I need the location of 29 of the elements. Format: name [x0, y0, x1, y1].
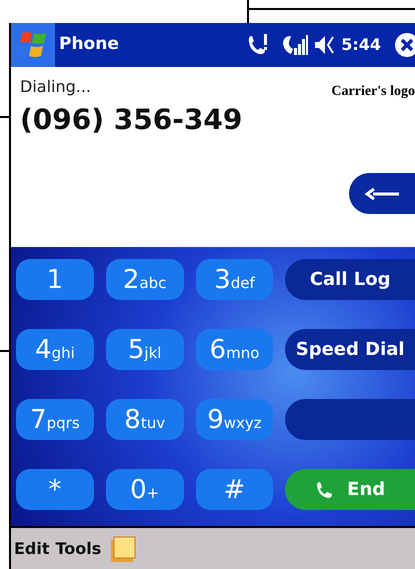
keypad-key[interactable]: 5jkl	[106, 329, 184, 370]
end-call-button[interactable]: End	[285, 469, 415, 510]
blank-button[interactable]	[285, 399, 415, 440]
phone-function-button[interactable]: Call Log	[285, 259, 415, 300]
backspace-button[interactable]	[349, 173, 415, 214]
phone-function-button[interactable]: Speed Dial	[285, 329, 415, 370]
left-arrow-icon	[365, 186, 399, 200]
keypad-key[interactable]: *	[16, 469, 94, 510]
keypad-key[interactable]: 7 pqrs	[16, 399, 94, 440]
keypad-key[interactable]: 0+	[106, 469, 184, 510]
keypad-key[interactable]: 3def	[196, 259, 274, 300]
window-title: Phone	[59, 33, 119, 56]
keypad-key[interactable]: #	[196, 469, 274, 510]
start-button[interactable]	[11, 23, 55, 67]
clock-time[interactable]: 5:44	[341, 33, 381, 57]
keypad-key[interactable]: 6mno	[196, 329, 274, 370]
menu-item[interactable]: Edit	[14, 536, 50, 560]
keypad-key[interactable]: 8tuv	[106, 399, 184, 440]
close-icon[interactable]	[395, 33, 415, 57]
phone-number: (096) 356-349	[19, 102, 244, 137]
keypad-key[interactable]: 2 abc	[106, 259, 184, 300]
call-status: Dialing...	[20, 76, 92, 98]
keypad-key[interactable]: 4ghi	[16, 329, 94, 370]
phone-icon	[315, 480, 334, 498]
carrier-logo: Carrier's logo	[331, 83, 415, 101]
signal-icon[interactable]	[281, 32, 310, 58]
menu-item[interactable]: Tools	[56, 536, 102, 560]
keypad-key[interactable]: 9wxyz	[196, 399, 274, 440]
keypad-key[interactable]: 1	[16, 259, 94, 300]
